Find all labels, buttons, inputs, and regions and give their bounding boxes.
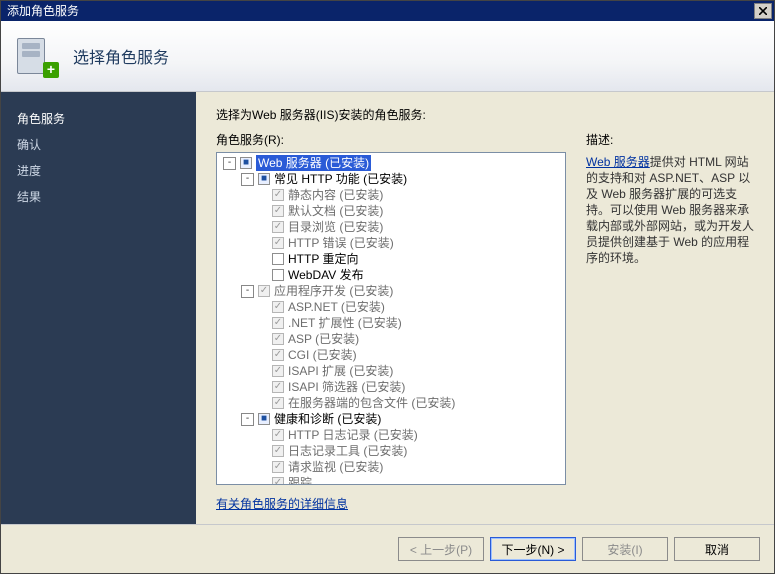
tree-node-label[interactable]: 在服务器端的包含文件 (已安装) bbox=[288, 395, 455, 411]
checkbox[interactable] bbox=[272, 269, 284, 281]
checkbox: ✓ bbox=[272, 189, 284, 201]
tree-node-label[interactable]: ISAPI 扩展 (已安装) bbox=[288, 363, 393, 379]
roles-label: 角色服务(R): bbox=[216, 131, 566, 148]
body: 角色服务 确认 进度 结果 选择为Web 服务器(IIS)安装的角色服务: 角色… bbox=[1, 92, 774, 524]
checkbox: ✓ bbox=[272, 349, 284, 361]
page-heading: 选择角色服务 bbox=[73, 44, 169, 68]
learn-more-link[interactable]: 有关角色服务的详细信息 bbox=[216, 495, 566, 512]
tree-node-label[interactable]: 请求监视 (已安装) bbox=[288, 459, 383, 475]
prev-button: < 上一步(P) bbox=[398, 537, 484, 561]
sidebar-step-results[interactable]: 结果 bbox=[17, 184, 196, 210]
tree-node[interactable]: -■ 健康和诊断 (已安装) bbox=[217, 411, 565, 427]
tree-node[interactable]: HTTP 重定向 bbox=[217, 251, 565, 267]
tree-node[interactable]: -■ Web 服务器 (已安装) bbox=[217, 155, 565, 171]
wizard-window: 添加角色服务 + 选择角色服务 角色服务 确认 进度 结果 选择为Web 服务器… bbox=[0, 0, 775, 574]
checkbox: ✓ bbox=[272, 461, 284, 473]
content: 选择为Web 服务器(IIS)安装的角色服务: 角色服务(R): -■Web 服… bbox=[196, 92, 774, 524]
tree-node-label[interactable]: 健康和诊断 (已安装) bbox=[274, 411, 381, 427]
next-button[interactable]: 下一步(N) > bbox=[490, 537, 576, 561]
tree-node[interactable]: -■ 常见 HTTP 功能 (已安装) bbox=[217, 171, 565, 187]
tree-node-label[interactable]: 静态内容 (已安装) bbox=[288, 187, 383, 203]
description-heading: 描述: bbox=[586, 131, 758, 148]
checkbox[interactable]: ■ bbox=[258, 173, 270, 185]
titlebar: 添加角色服务 bbox=[1, 1, 774, 21]
tree-node[interactable]: ✓ 日志记录工具 (已安装) bbox=[217, 443, 565, 459]
checkbox: ✓ bbox=[272, 429, 284, 441]
checkbox: ✓ bbox=[272, 445, 284, 457]
description-body: 提供对 HTML 网站的支持和对 ASP.NET、ASP 以及 Web 服务器扩… bbox=[586, 155, 754, 265]
cancel-button[interactable]: 取消 bbox=[674, 537, 760, 561]
tree-node[interactable]: ✓ ASP.NET (已安装) bbox=[217, 299, 565, 315]
checkbox[interactable]: ■ bbox=[240, 157, 252, 169]
tree-node-label[interactable]: HTTP 日志记录 (已安装) bbox=[288, 427, 418, 443]
install-button: 安装(I) bbox=[582, 537, 668, 561]
footer: < 上一步(P) 下一步(N) > 安装(I) 取消 bbox=[1, 524, 774, 573]
sidebar: 角色服务 确认 进度 结果 bbox=[1, 92, 196, 524]
tree-node-label[interactable]: ASP.NET (已安装) bbox=[288, 299, 385, 315]
server-add-icon: + bbox=[15, 36, 55, 76]
tree-node[interactable]: ✓ ISAPI 筛选器 (已安装) bbox=[217, 379, 565, 395]
role-services-tree[interactable]: -■Web 服务器 (已安装)-■常见 HTTP 功能 (已安装)✓静态内容 (… bbox=[216, 152, 566, 485]
checkbox[interactable]: ■ bbox=[258, 413, 270, 425]
tree-node-label[interactable]: 默认文档 (已安装) bbox=[288, 203, 383, 219]
collapse-icon[interactable]: - bbox=[241, 285, 254, 298]
tree-node[interactable]: ✓ ASP (已安装) bbox=[217, 331, 565, 347]
tree-node[interactable]: ✓ HTTP 错误 (已安装) bbox=[217, 235, 565, 251]
tree-node-label[interactable]: ASP (已安装) bbox=[288, 331, 359, 347]
tree-node[interactable]: ✓ 请求监视 (已安装) bbox=[217, 459, 565, 475]
tree-node-label[interactable]: ISAPI 筛选器 (已安装) bbox=[288, 379, 405, 395]
sidebar-step-role-services[interactable]: 角色服务 bbox=[17, 106, 196, 132]
tree-node-label[interactable]: .NET 扩展性 (已安装) bbox=[288, 315, 402, 331]
tree-node-label[interactable]: CGI (已安装) bbox=[288, 347, 357, 363]
checkbox: ✓ bbox=[272, 205, 284, 217]
tree-node[interactable]: ✓ 目录浏览 (已安装) bbox=[217, 219, 565, 235]
tree-node[interactable]: WebDAV 发布 bbox=[217, 267, 565, 283]
collapse-icon[interactable]: - bbox=[241, 173, 254, 186]
checkbox[interactable] bbox=[272, 253, 284, 265]
tree-node-label[interactable]: HTTP 重定向 bbox=[288, 251, 358, 267]
checkbox: ✓ bbox=[272, 397, 284, 409]
checkbox: ✓ bbox=[272, 365, 284, 377]
checkbox: ✓ bbox=[272, 237, 284, 249]
tree-node-label[interactable]: 常见 HTTP 功能 (已安装) bbox=[274, 171, 407, 187]
tree-node[interactable]: ✓ HTTP 日志记录 (已安装) bbox=[217, 427, 565, 443]
checkbox: ✓ bbox=[272, 317, 284, 329]
tree-node-label[interactable]: 目录浏览 (已安装) bbox=[288, 219, 383, 235]
description-link[interactable]: Web 服务器 bbox=[586, 155, 650, 169]
checkbox: ✓ bbox=[272, 301, 284, 313]
tree-node-label[interactable]: 跟踪 bbox=[288, 475, 312, 485]
checkbox: ✓ bbox=[272, 381, 284, 393]
tree-node[interactable]: -✓ 应用程序开发 (已安装) bbox=[217, 283, 565, 299]
tree-node[interactable]: ✓ 静态内容 (已安装) bbox=[217, 187, 565, 203]
window-title: 添加角色服务 bbox=[7, 1, 754, 21]
tree-node[interactable]: ✓ CGI (已安装) bbox=[217, 347, 565, 363]
checkbox: ✓ bbox=[272, 477, 284, 485]
tree-node[interactable]: ✓ 默认文档 (已安装) bbox=[217, 203, 565, 219]
close-icon[interactable] bbox=[754, 3, 772, 19]
tree-node-label[interactable]: WebDAV 发布 bbox=[288, 267, 364, 283]
checkbox: ✓ bbox=[272, 221, 284, 233]
tree-node[interactable]: ✓ 在服务器端的包含文件 (已安装) bbox=[217, 395, 565, 411]
header: + 选择角色服务 bbox=[1, 21, 774, 92]
instruction-text: 选择为Web 服务器(IIS)安装的角色服务: bbox=[216, 106, 758, 123]
sidebar-step-progress[interactable]: 进度 bbox=[17, 158, 196, 184]
tree-node-label[interactable]: 日志记录工具 (已安装) bbox=[288, 443, 407, 459]
sidebar-step-confirm[interactable]: 确认 bbox=[17, 132, 196, 158]
tree-node-label[interactable]: HTTP 错误 (已安装) bbox=[288, 235, 394, 251]
tree-node-label[interactable]: Web 服务器 (已安装) bbox=[256, 155, 371, 171]
collapse-icon[interactable]: - bbox=[241, 413, 254, 426]
tree-node[interactable]: ✓ ISAPI 扩展 (已安装) bbox=[217, 363, 565, 379]
tree-node-label[interactable]: 应用程序开发 (已安装) bbox=[274, 283, 393, 299]
checkbox: ✓ bbox=[272, 333, 284, 345]
checkbox: ✓ bbox=[258, 285, 270, 297]
tree-node[interactable]: ✓ .NET 扩展性 (已安装) bbox=[217, 315, 565, 331]
description-text: Web 服务器提供对 HTML 网站的支持和对 ASP.NET、ASP 以及 W… bbox=[586, 154, 758, 266]
tree-node[interactable]: ✓ 跟踪 bbox=[217, 475, 565, 485]
collapse-icon[interactable]: - bbox=[223, 157, 236, 170]
